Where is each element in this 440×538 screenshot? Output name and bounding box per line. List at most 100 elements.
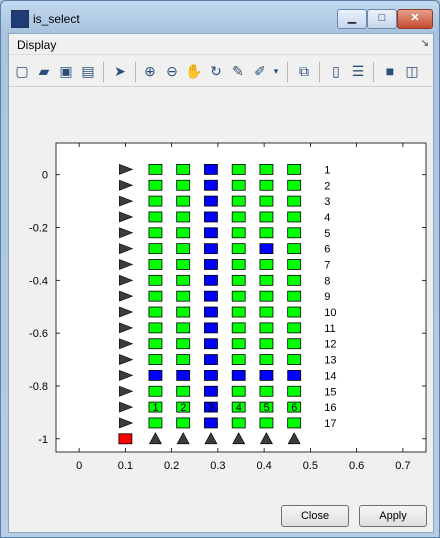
square-marker: [176, 164, 191, 175]
square-marker: [204, 306, 218, 318]
square-marker: [204, 274, 218, 286]
pointer-icon[interactable]: ➤: [111, 62, 129, 80]
x-tick-label: 0.5: [303, 460, 318, 472]
square-marker: [231, 164, 246, 175]
title-bar[interactable]: is_select ▁ □ ✕: [1, 1, 439, 33]
square-marker: [148, 274, 163, 286]
hide-plot-tools-icon[interactable]: ■: [381, 62, 399, 80]
marker-label: 4: [236, 402, 242, 414]
x-tick-label: 0.7: [395, 460, 410, 472]
square-marker: [176, 417, 191, 429]
row-label: 2: [324, 180, 330, 192]
x-tick-label: 0.4: [256, 460, 271, 472]
save-icon[interactable]: ▣: [57, 62, 75, 80]
figure-window: is_select ▁ □ ✕ Display ↘ ▢ ▰ ▣ ▤ ➤ ⊕ ⊖ …: [0, 0, 440, 538]
brush-dropdown-icon[interactable]: ▾: [271, 62, 281, 80]
square-marker: [259, 211, 274, 223]
print-icon[interactable]: ▤: [79, 62, 97, 80]
square-marker: [204, 385, 218, 397]
square-marker: [231, 370, 246, 381]
square-marker: [148, 243, 163, 255]
open-file-icon[interactable]: ▰: [35, 62, 53, 80]
square-marker: [231, 274, 246, 286]
dock-figure-icon[interactable]: ↘: [421, 38, 429, 49]
legend-icon[interactable]: ☰: [349, 62, 367, 80]
square-marker: [204, 322, 218, 334]
row-label: 3: [324, 196, 330, 208]
square-marker: [204, 259, 218, 270]
show-plot-tools-icon[interactable]: ◫: [403, 62, 421, 80]
square-marker: [259, 259, 274, 270]
square-marker: [231, 417, 246, 429]
square-marker: [148, 179, 163, 191]
square-marker: [176, 211, 191, 223]
new-figure-icon[interactable]: ▢: [13, 62, 31, 80]
square-marker: [259, 306, 274, 318]
toolbar-separator: [103, 62, 104, 82]
square-marker: [204, 290, 218, 302]
square-marker: [287, 385, 302, 397]
square-marker: [176, 322, 191, 334]
marker-label: 5: [263, 402, 269, 414]
y-tick-label: -0.8: [29, 381, 48, 393]
square-marker: [176, 259, 191, 270]
square-marker: [287, 179, 302, 191]
x-tick-label: 0.1: [118, 460, 133, 472]
y-tick-label: -0.6: [29, 328, 48, 340]
square-marker: [148, 354, 163, 365]
square-marker: [148, 306, 163, 318]
toolbar-separator: [319, 62, 320, 82]
square-marker: [287, 195, 302, 207]
close-button[interactable]: Close: [281, 505, 349, 527]
square-marker: [231, 306, 246, 318]
square-marker: [231, 290, 246, 302]
row-label: 5: [324, 228, 330, 240]
square-marker: [176, 179, 191, 191]
marker-label: 3: [208, 402, 214, 414]
square-marker: [259, 195, 274, 207]
minimize-button[interactable]: ▁: [337, 9, 367, 29]
x-tick-label: 0.6: [349, 460, 364, 472]
y-tick-label: 0: [42, 170, 48, 182]
scatter-plot[interactable]: 0 0.1 0.2 0.3 0.4 0.5 0.6 0.7 0 -0.2 -0.4 -0.6 -0.8 -…: [9, 87, 433, 499]
square-marker: [259, 417, 274, 429]
square-marker: [148, 227, 163, 239]
link-plot-icon[interactable]: ⧉: [295, 62, 313, 80]
zoom-in-icon[interactable]: ⊕: [141, 62, 159, 80]
square-marker: [231, 385, 246, 397]
close-window-button[interactable]: ✕: [397, 9, 433, 29]
square-marker: [287, 306, 302, 318]
pan-icon[interactable]: ✋: [185, 62, 203, 80]
row-label: 9: [324, 291, 330, 303]
square-marker: [148, 259, 163, 270]
y-tick-label: -1: [38, 434, 48, 446]
square-marker: [148, 211, 163, 223]
colorbar-icon[interactable]: ▯: [327, 62, 345, 80]
toolbar-separator: [135, 62, 136, 82]
square-marker: [259, 385, 274, 397]
square-marker: [287, 370, 302, 381]
square-marker: [204, 338, 218, 350]
square-marker: [204, 417, 218, 429]
rotate-3d-icon[interactable]: ↻: [207, 62, 225, 80]
zoom-out-icon[interactable]: ⊖: [163, 62, 181, 80]
square-marker: [231, 227, 246, 239]
square-marker: [148, 370, 163, 381]
square-marker: [204, 370, 218, 381]
data-cursor-icon[interactable]: ✎: [229, 62, 247, 80]
apply-button[interactable]: Apply: [359, 505, 427, 527]
square-marker: [148, 290, 163, 302]
square-marker: [231, 338, 246, 350]
maximize-button[interactable]: □: [367, 9, 397, 29]
square-marker: [204, 195, 218, 207]
row-label: 8: [324, 275, 330, 287]
square-marker: [231, 195, 246, 207]
brush-icon[interactable]: ✐: [251, 62, 269, 80]
square-marker: [287, 164, 302, 175]
y-tick-label: -0.2: [29, 223, 48, 235]
square-marker: [287, 338, 302, 350]
row-label: 14: [324, 370, 336, 382]
menu-display[interactable]: Display: [17, 38, 56, 52]
row-label: 10: [324, 307, 336, 319]
x-tick-label: 0.3: [210, 460, 225, 472]
